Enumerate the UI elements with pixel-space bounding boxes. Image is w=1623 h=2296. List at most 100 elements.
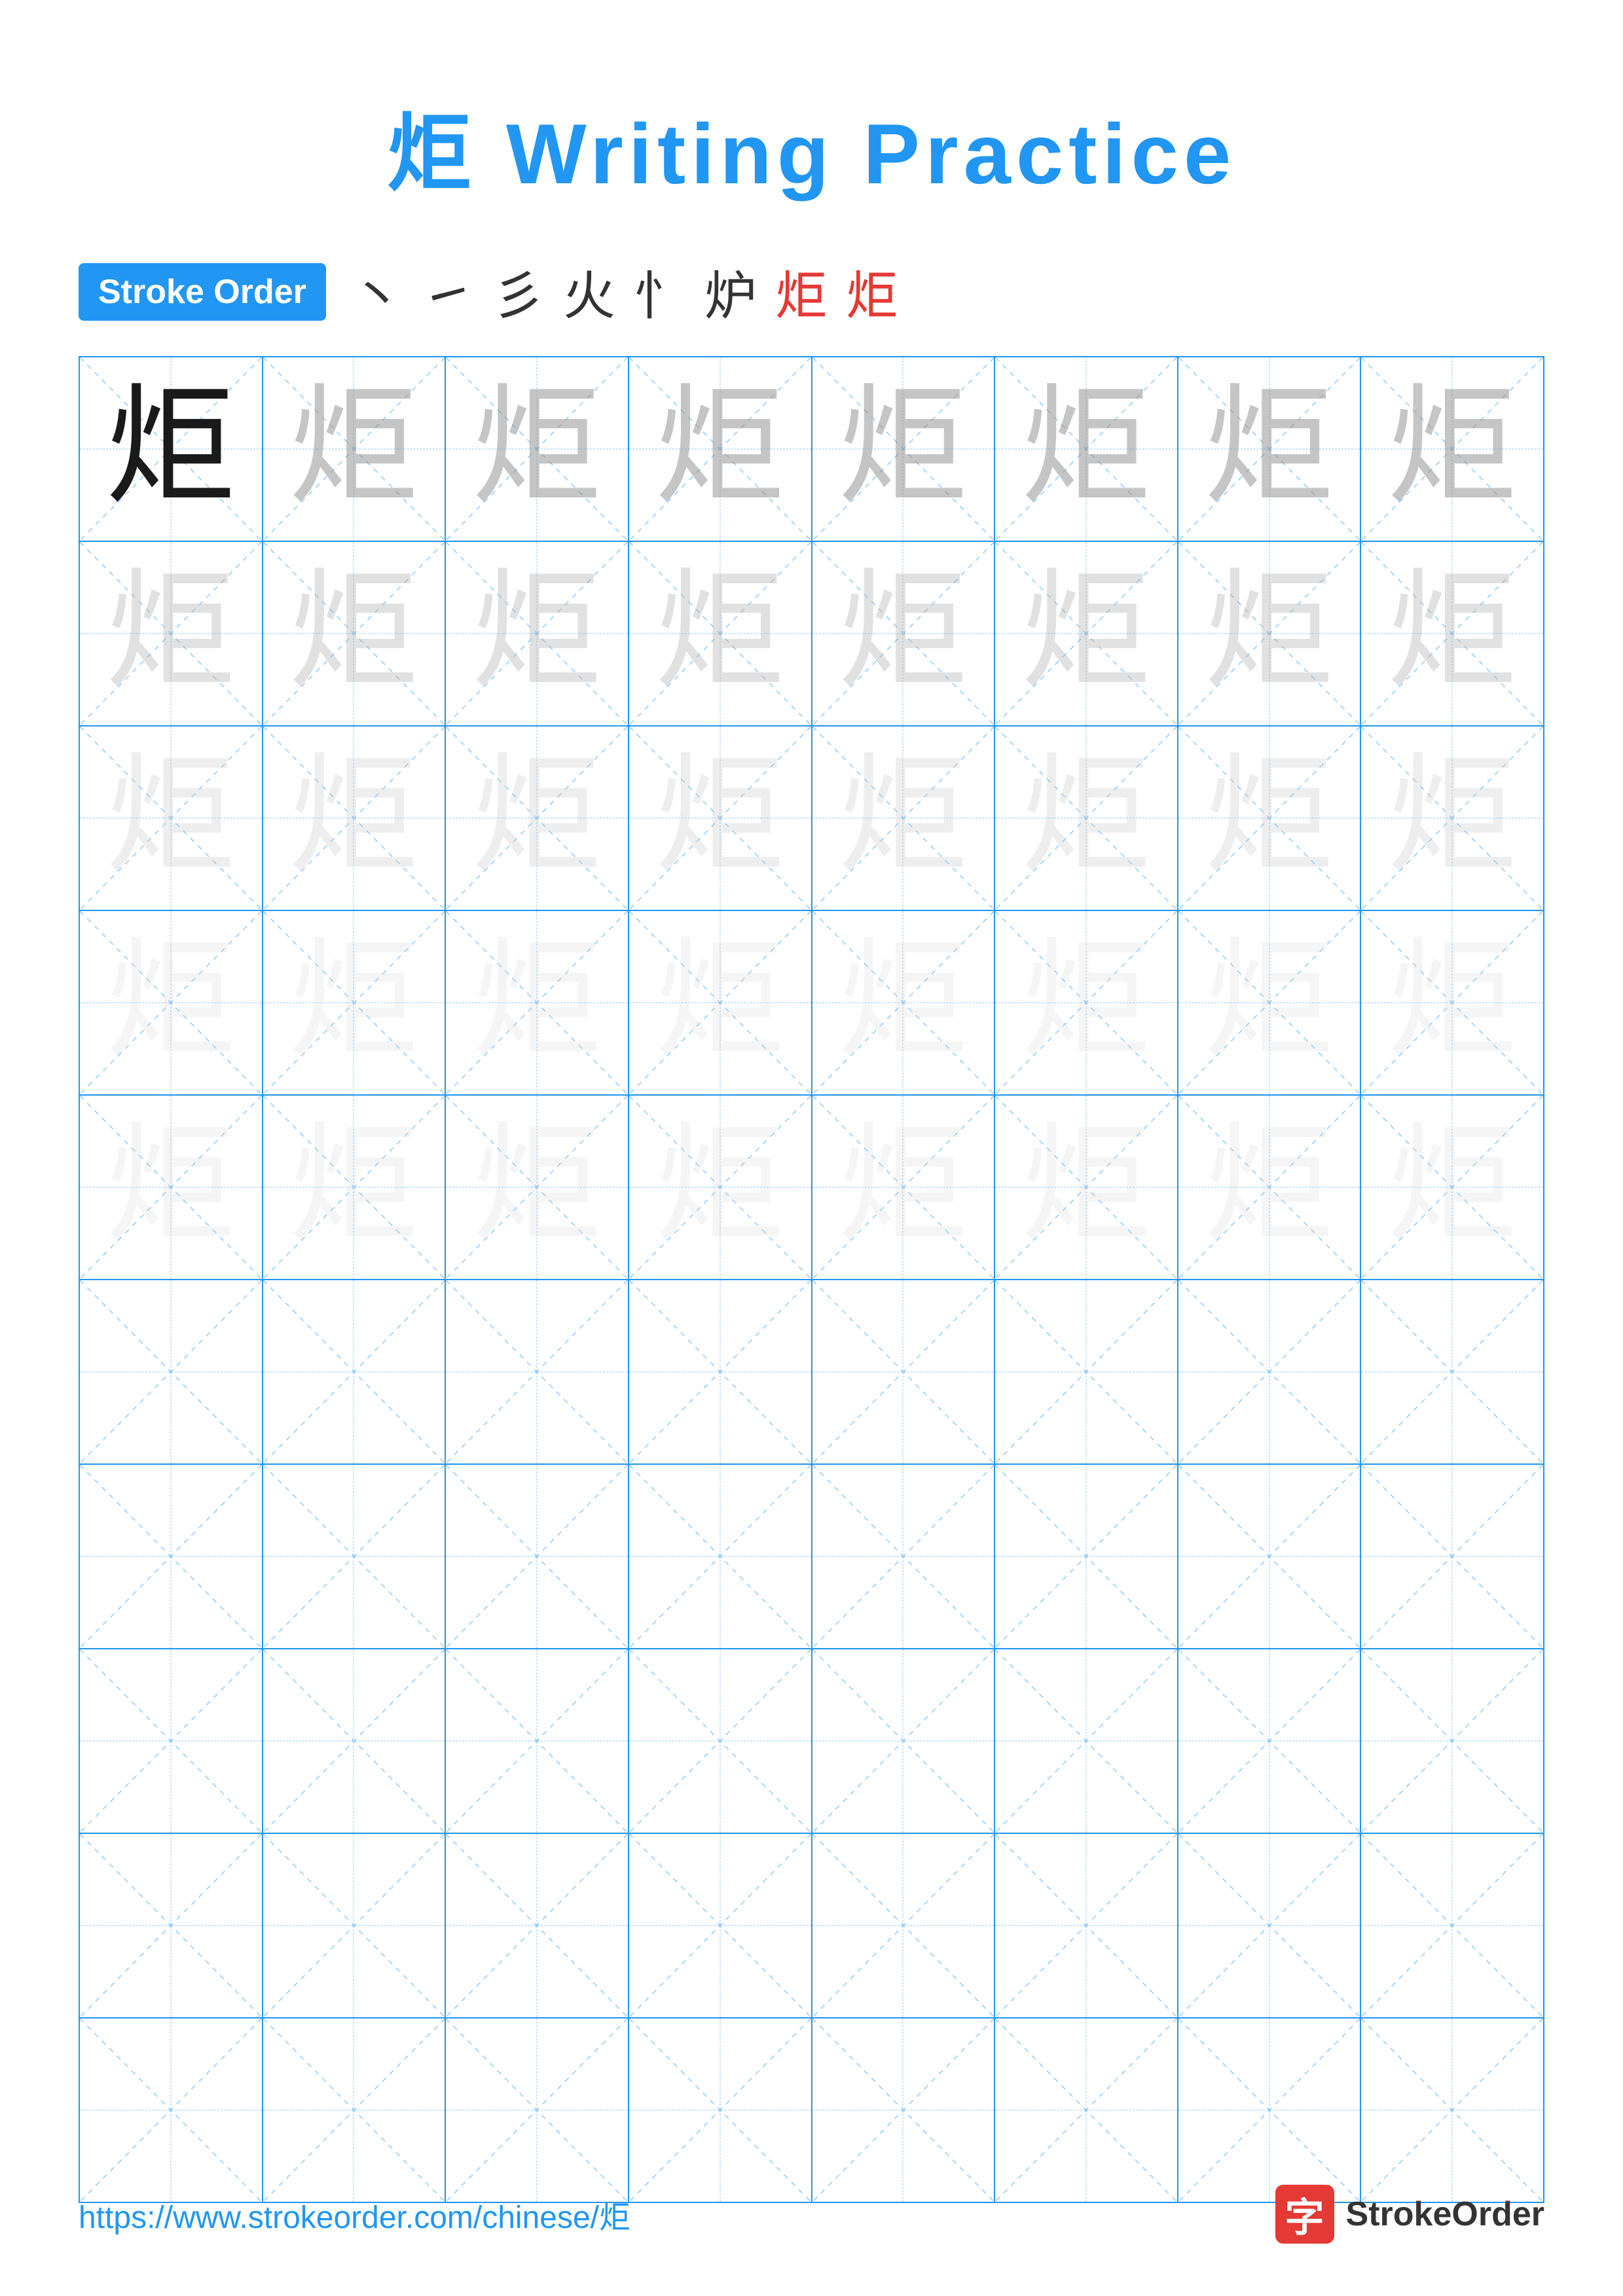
grid-row-8 [80,1649,1543,1834]
grid-cell-8-3[interactable] [446,1649,629,1833]
grid-cell-6-4[interactable] [629,1280,812,1463]
grid-cell-2-8[interactable]: 炬 [1361,542,1543,725]
grid-cell-9-6[interactable] [995,1834,1178,2017]
grid-cell-7-6[interactable] [995,1465,1178,1648]
grid-cell-1-2[interactable]: 炬 [263,357,447,541]
grid-cell-4-1[interactable]: 炬 [80,911,263,1094]
footer: https://www.strokeorder.com/chinese/炬 字 … [0,2185,1623,2244]
grid-cell-1-7[interactable]: 炬 [1178,357,1362,541]
practice-char: 炬 [288,937,419,1068]
grid-cell-5-6[interactable]: 炬 [995,1096,1178,1279]
grid-cell-3-7[interactable]: 炬 [1178,726,1362,910]
grid-cell-5-1[interactable]: 炬 [80,1096,263,1279]
grid-cell-7-8[interactable] [1361,1465,1543,1648]
grid-cell-10-4[interactable] [629,2018,812,2202]
grid-cell-3-8[interactable]: 炬 [1361,726,1543,910]
grid-cell-1-5[interactable]: 炬 [812,357,996,541]
grid-cell-8-2[interactable] [263,1649,447,1833]
stroke-2: ㇀ [422,254,474,330]
grid-cell-6-6[interactable] [995,1280,1178,1463]
grid-cell-6-7[interactable] [1178,1280,1362,1463]
grid-cell-5-8[interactable]: 炬 [1361,1096,1543,1279]
practice-char: 炬 [655,1122,786,1253]
grid-cell-4-8[interactable]: 炬 [1361,911,1543,1094]
grid-cell-3-4[interactable]: 炬 [629,726,812,910]
grid-cell-10-2[interactable] [263,2018,447,2202]
grid-cell-9-5[interactable] [812,1834,996,2017]
grid-cell-2-1[interactable]: 炬 [80,542,263,725]
grid-cell-5-3[interactable]: 炬 [446,1096,629,1279]
grid-cell-1-4[interactable]: 炬 [629,357,812,541]
footer-url[interactable]: https://www.strokeorder.com/chinese/炬 [79,2191,630,2237]
grid-cell-5-7[interactable]: 炬 [1178,1096,1362,1279]
practice-grid: 炬 炬 炬 炬 炬 炬 炬 炬 [79,356,1544,2203]
practice-char: 炬 [288,384,419,514]
grid-row-2: 炬 炬 炬 炬 炬 炬 炬 炬 [80,542,1543,726]
grid-cell-4-4[interactable]: 炬 [629,911,812,1094]
grid-cell-8-5[interactable] [812,1649,996,1833]
practice-char: 炬 [1021,937,1152,1068]
grid-cell-7-5[interactable] [812,1465,996,1648]
grid-cell-6-3[interactable] [446,1280,629,1463]
practice-char: 炬 [1204,1122,1335,1253]
grid-cell-10-1[interactable] [80,2018,263,2202]
grid-cell-1-6[interactable]: 炬 [995,357,1178,541]
grid-cell-6-5[interactable] [812,1280,996,1463]
grid-cell-2-4[interactable]: 炬 [629,542,812,725]
grid-cell-3-3[interactable]: 炬 [446,726,629,910]
grid-cell-7-4[interactable] [629,1465,812,1648]
grid-cell-9-3[interactable] [446,1834,629,2017]
grid-cell-5-5[interactable]: 炬 [812,1096,996,1279]
grid-cell-3-2[interactable]: 炬 [263,726,447,910]
grid-cell-9-4[interactable] [629,1834,812,2017]
stroke-4: 火 [563,254,615,330]
grid-cell-10-8[interactable] [1361,2018,1543,2202]
grid-cell-1-8[interactable]: 炬 [1361,357,1543,541]
grid-cell-1-3[interactable]: 炬 [446,357,629,541]
grid-cell-9-7[interactable] [1178,1834,1362,2017]
practice-char: 炬 [1387,937,1518,1068]
grid-cell-2-6[interactable]: 炬 [995,542,1178,725]
grid-cell-9-8[interactable] [1361,1834,1543,2017]
grid-cell-7-1[interactable] [80,1465,263,1648]
grid-cell-4-5[interactable]: 炬 [812,911,996,1094]
grid-cell-7-7[interactable] [1178,1465,1362,1648]
grid-cell-10-7[interactable] [1178,2018,1362,2202]
practice-char: 炬 [471,1122,602,1253]
grid-cell-4-3[interactable]: 炬 [446,911,629,1094]
grid-cell-2-5[interactable]: 炬 [812,542,996,725]
grid-cell-5-2[interactable]: 炬 [263,1096,447,1279]
grid-cell-2-7[interactable]: 炬 [1178,542,1362,725]
grid-cell-9-2[interactable] [263,1834,447,2017]
grid-cell-10-6[interactable] [995,2018,1178,2202]
grid-cell-8-1[interactable] [80,1649,263,1833]
grid-cell-8-6[interactable] [995,1649,1178,1833]
grid-cell-3-1[interactable]: 炬 [80,726,263,910]
grid-row-3: 炬 炬 炬 炬 炬 炬 炬 炬 [80,726,1543,911]
practice-char: 炬 [837,753,968,884]
grid-cell-2-2[interactable]: 炬 [263,542,447,725]
grid-cell-7-3[interactable] [446,1465,629,1648]
grid-cell-10-5[interactable] [812,2018,996,2202]
grid-cell-5-4[interactable]: 炬 [629,1096,812,1279]
grid-cell-10-3[interactable] [446,2018,629,2202]
grid-cell-6-8[interactable] [1361,1280,1543,1463]
grid-cell-6-1[interactable] [80,1280,263,1463]
grid-cell-3-5[interactable]: 炬 [812,726,996,910]
grid-cell-6-2[interactable] [263,1280,447,1463]
grid-cell-2-3[interactable]: 炬 [446,542,629,725]
grid-cell-9-1[interactable] [80,1834,263,2017]
grid-cell-3-6[interactable]: 炬 [995,726,1178,910]
grid-cell-4-7[interactable]: 炬 [1178,911,1362,1094]
grid-cell-7-2[interactable] [263,1465,447,1648]
stroke-1: 丶 [351,254,403,330]
grid-cell-4-6[interactable]: 炬 [995,911,1178,1094]
grid-cell-8-7[interactable] [1178,1649,1362,1833]
practice-char: 炬 [288,1122,419,1253]
practice-char: 炬 [837,1122,968,1253]
stroke-6: 炉 [704,254,757,330]
grid-cell-8-8[interactable] [1361,1649,1543,1833]
grid-cell-4-2[interactable]: 炬 [263,911,447,1094]
grid-cell-8-4[interactable] [629,1649,812,1833]
grid-cell-1-1[interactable]: 炬 [80,357,263,541]
